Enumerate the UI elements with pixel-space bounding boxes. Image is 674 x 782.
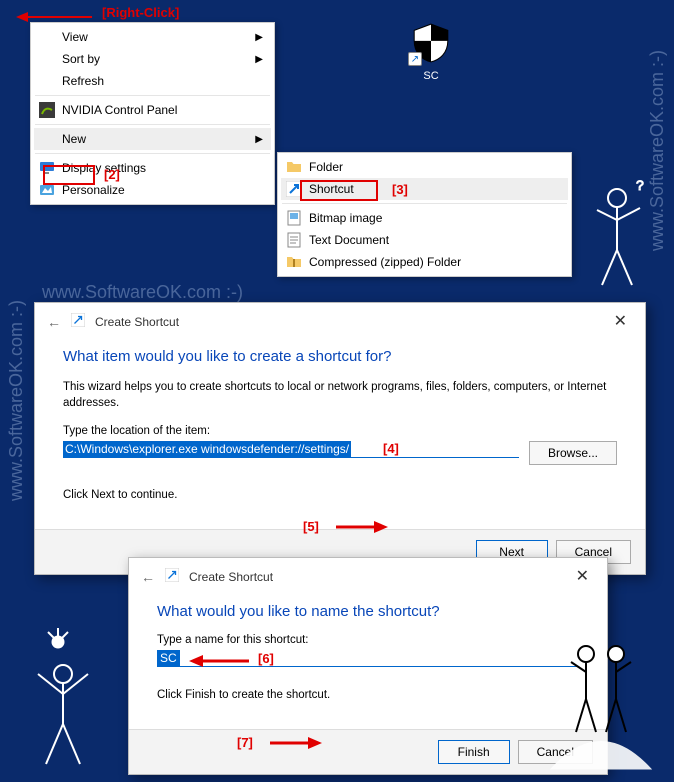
decorative-figure: ? [582, 180, 652, 300]
annotation-3: [3] [392, 182, 408, 197]
zip-icon [285, 254, 303, 270]
chevron-right-icon: ▶ [255, 134, 263, 145]
watermark: www.SoftwareOK.com :-) [42, 282, 243, 303]
menu-new-zip[interactable]: Compressed (zipped) Folder [281, 251, 568, 273]
shortcut-small-icon [165, 568, 179, 585]
finish-hint: Click Finish to create the shortcut. [157, 687, 579, 703]
dialog-heading: What would you like to name the shortcut… [157, 603, 579, 620]
close-button[interactable]: ✕ [606, 309, 635, 333]
context-menu-new: Folder Shortcut Bitmap image Text Docume… [277, 152, 572, 277]
menu-new-bitmap[interactable]: Bitmap image [281, 207, 568, 229]
arrow-icon [334, 517, 390, 537]
arrow-icon [185, 652, 251, 670]
text-doc-icon [285, 232, 303, 248]
highlight-box-2 [43, 165, 95, 185]
menu-new[interactable]: New▶ [34, 128, 271, 150]
menu-view[interactable]: View▶ [34, 26, 271, 48]
svg-text:?: ? [636, 180, 644, 193]
separator [35, 153, 270, 154]
shield-icon: ↗ [410, 22, 452, 64]
annotation-5: [5] [303, 519, 319, 534]
decorative-figure [18, 624, 108, 774]
menu-new-folder[interactable]: Folder [281, 156, 568, 178]
label-name: Type a name for this shortcut: [157, 634, 579, 646]
continue-hint: Click Next to continue. [63, 487, 617, 503]
highlight-box-3 [300, 180, 378, 201]
separator [35, 95, 270, 96]
desktop-shortcut-sc[interactable]: ↗ SC [402, 22, 460, 82]
annotation-rightclick: [Right-Click] [102, 5, 179, 20]
separator [282, 203, 567, 204]
back-arrow-icon[interactable]: ← [141, 569, 155, 585]
menu-refresh[interactable]: Refresh [34, 70, 271, 92]
watermark: www.SoftwareOK.com :-) [6, 300, 27, 501]
dialog-heading: What item would you like to create a sho… [63, 348, 617, 365]
shortcut-arrow-icon: ↗ [408, 52, 422, 66]
annotation-6: [6] [258, 651, 274, 666]
bitmap-icon [285, 210, 303, 226]
dialog-desc: This wizard helps you to create shortcut… [63, 379, 617, 411]
chevron-right-icon: ▶ [255, 32, 263, 43]
menu-new-text[interactable]: Text Document [281, 229, 568, 251]
browse-button[interactable]: Browse... [529, 441, 617, 465]
desktop-icon-label: SC [423, 70, 438, 82]
menu-sort-by[interactable]: Sort by▶ [34, 48, 271, 70]
annotation-7: [7] [237, 735, 253, 750]
arrow-icon [268, 733, 324, 753]
chevron-right-icon: ▶ [255, 54, 263, 65]
label-location: Type the location of the item: [63, 425, 617, 437]
dialog-title: Create Shortcut [95, 315, 179, 329]
dialog-title: Create Shortcut [189, 570, 273, 584]
name-input[interactable]: SC [157, 650, 180, 666]
annotation-4: [4] [383, 441, 399, 456]
annotation-2: [2] [104, 167, 120, 182]
location-input[interactable]: C:\Windows\explorer.exe windowsdefender:… [63, 441, 351, 457]
folder-icon [285, 159, 303, 175]
decorative-figure [546, 614, 656, 774]
finish-button[interactable]: Finish [438, 740, 510, 764]
shortcut-small-icon [71, 313, 85, 330]
close-button[interactable]: ✕ [568, 564, 597, 588]
menu-nvidia[interactable]: NVIDIA Control Panel [34, 99, 271, 121]
separator [35, 124, 270, 125]
nvidia-icon [38, 102, 56, 118]
back-arrow-icon[interactable]: ← [47, 314, 61, 330]
